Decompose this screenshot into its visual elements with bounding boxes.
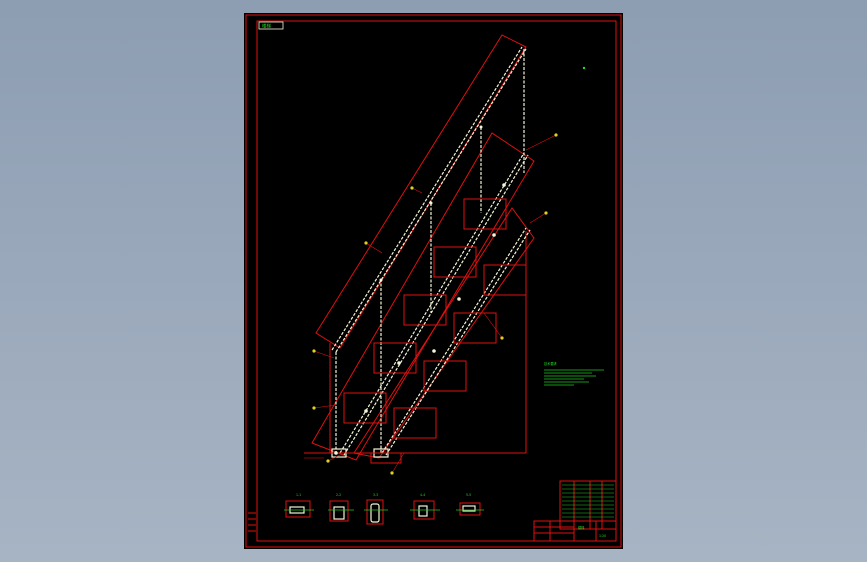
stringer-envelope-front (311, 132, 535, 461)
section-view-2: 2-2 (328, 493, 354, 522)
callouts (304, 66, 586, 475)
svg-text:2-2: 2-2 (336, 493, 341, 497)
title-block-scale: 1:20 (599, 534, 606, 538)
svg-text:1-1: 1-1 (296, 493, 301, 497)
svg-text:3-3: 3-3 (373, 493, 378, 497)
binding-strip (248, 512, 256, 532)
technical-notes: 技术要求 (544, 361, 604, 386)
section-view-4: 4-4 (410, 493, 440, 520)
stair-elevation (304, 34, 535, 464)
parts-list (559, 480, 617, 530)
cad-viewport[interactable]: 楼梯 技术要求 1-1 2-2 3-3 4-4 5-5 楼梯 1:20 (0, 0, 867, 562)
section-views: 1-1 2-2 3-3 4-4 5-5 (284, 493, 484, 525)
title-block-name: 楼梯 (578, 525, 585, 530)
notes-heading: 技术要求 (544, 361, 558, 366)
svg-text:4-4: 4-4 (420, 493, 425, 497)
drawing-canvas: 楼梯 技术要求 1-1 2-2 3-3 4-4 5-5 楼梯 1:20 (245, 14, 622, 548)
title-tag-text: 楼梯 (262, 23, 271, 30)
section-view-5: 5-5 (456, 493, 484, 516)
title-block: 楼梯 1:20 (533, 520, 617, 542)
svg-text:5-5: 5-5 (466, 493, 471, 497)
handrail-envelope (315, 34, 527, 349)
section-view-1: 1-1 (284, 493, 314, 518)
drawing-sheet: 楼梯 技术要求 1-1 2-2 3-3 4-4 5-5 楼梯 1:20 (244, 13, 623, 549)
title-tag: 楼梯 (258, 21, 284, 30)
outer-frame (245, 14, 622, 548)
inner-frame (256, 20, 617, 542)
section-view-3: 3-3 (364, 493, 388, 525)
